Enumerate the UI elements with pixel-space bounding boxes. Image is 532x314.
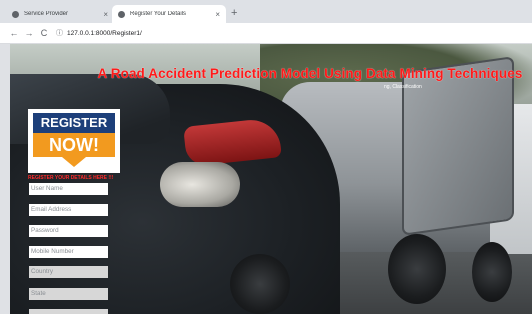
register-now-badge: REGISTER NOW! <box>28 109 120 173</box>
background-light-cluster <box>160 162 240 207</box>
form-heading: REGISTER YOUR DETAILS HERE !!! <box>28 175 114 181</box>
tab-strip: Service Provider × Register Your Details… <box>0 0 532 23</box>
badge-arrow-icon <box>62 157 86 167</box>
mobile-number-field[interactable] <box>29 246 108 258</box>
browser-toolbar: ← → C ⓘ 127.0.0.1:8000/Register1/ <box>0 23 532 44</box>
back-icon[interactable]: ← <box>8 28 20 38</box>
badge-register-text: REGISTER <box>33 113 115 133</box>
state-field[interactable] <box>29 288 108 300</box>
page-title: A Road Accident Prediction Model Using D… <box>97 66 523 81</box>
favicon-icon <box>12 10 19 18</box>
page-subtitle: ng, Classification <box>384 84 422 90</box>
tab-label: Register Your Details <box>130 11 187 17</box>
reload-icon[interactable]: C <box>38 28 50 38</box>
tab-register-your-details[interactable]: Register Your Details × <box>112 5 226 23</box>
background-wheel <box>472 242 512 302</box>
new-tab-icon[interactable]: + <box>231 8 237 19</box>
favicon-icon <box>118 10 125 18</box>
address-bar[interactable]: ⓘ 127.0.0.1:8000/Register1/ <box>56 26 496 40</box>
next-field-partial[interactable] <box>29 309 108 314</box>
country-field[interactable] <box>29 266 108 278</box>
forward-icon[interactable]: → <box>23 28 35 38</box>
page-viewport: A Road Accident Prediction Model Using D… <box>10 44 532 314</box>
password-field[interactable] <box>29 225 108 237</box>
url-text[interactable]: 127.0.0.1:8000/Register1/ <box>67 30 142 37</box>
close-icon[interactable]: × <box>103 10 108 19</box>
tab-label: Service Provider <box>24 11 69 17</box>
background-wheel <box>230 254 290 314</box>
background-wheel <box>388 234 446 304</box>
info-icon[interactable]: ⓘ <box>56 28 63 38</box>
tab-service-provider[interactable]: Service Provider × <box>6 5 114 23</box>
close-icon[interactable]: × <box>215 10 220 19</box>
username-field[interactable] <box>29 183 108 195</box>
email-field[interactable] <box>29 204 108 216</box>
badge-now-text: NOW! <box>33 133 115 157</box>
